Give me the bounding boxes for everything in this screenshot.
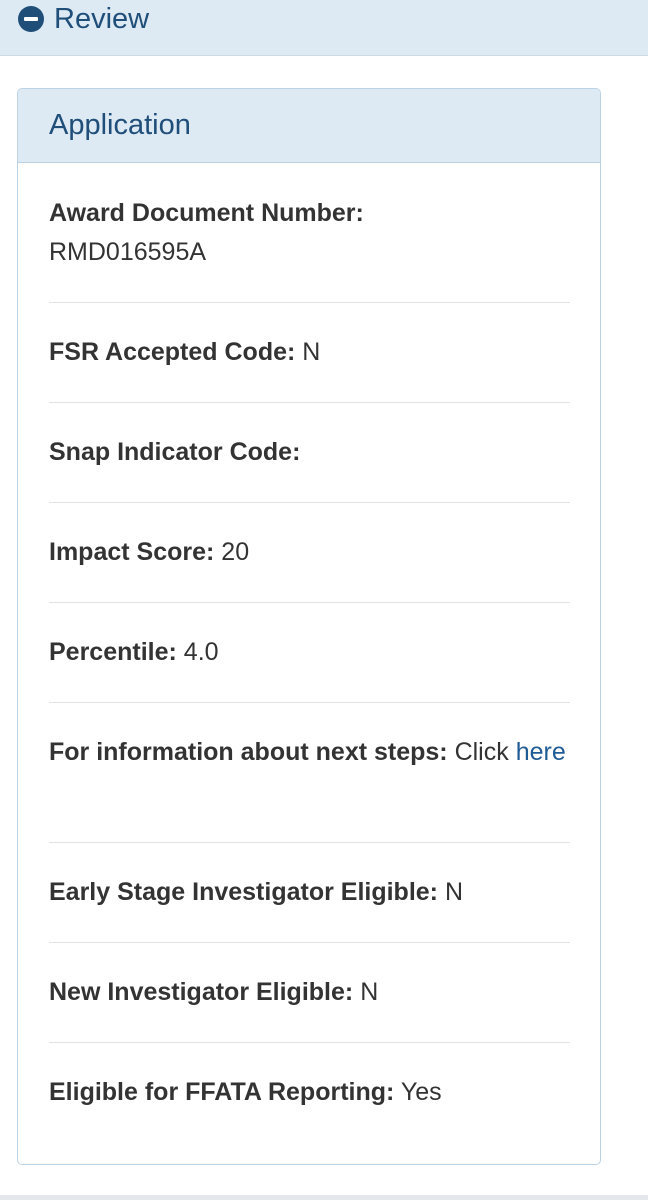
field-value: N <box>302 338 321 366</box>
minus-circle-icon[interactable] <box>18 6 44 32</box>
application-panel: Application Award Document Number: RMD01… <box>17 88 601 1165</box>
field-label: New Investigator Eligible: <box>49 978 354 1006</box>
field-label: Impact Score: <box>49 538 215 566</box>
field-value: N <box>444 878 464 906</box>
field-label: For information about next steps: <box>49 738 448 766</box>
review-toggle[interactable]: Review <box>18 2 149 36</box>
review-label[interactable]: Review <box>54 2 149 36</box>
review-section-header: Review <box>0 0 648 56</box>
field-next-steps: For information about next steps: Click … <box>49 703 570 843</box>
field-new-investigator: New Investigator Eligible: N <box>49 943 570 1043</box>
field-label: Eligible for FFATA Reporting: <box>49 1078 395 1106</box>
field-value: Click <box>454 738 509 766</box>
next-steps-link[interactable]: here <box>516 738 566 766</box>
field-label: FSR Accepted Code: <box>49 338 296 366</box>
bottom-divider <box>0 1195 648 1200</box>
panel-body: Award Document Number: RMD016595A FSR Ac… <box>18 163 600 1143</box>
field-label: Percentile: <box>49 638 177 666</box>
panel-title: Application <box>49 109 191 141</box>
field-value: Yes <box>400 1078 442 1106</box>
field-value: N <box>360 978 379 1006</box>
field-snap-indicator-code: Snap Indicator Code: <box>49 403 570 503</box>
field-impact-score: Impact Score: 20 <box>49 503 570 603</box>
panel-heading: Application <box>18 89 600 163</box>
field-label: Award Document Number: <box>49 199 364 227</box>
field-percentile: Percentile: 4.0 <box>49 603 570 703</box>
field-value: 4.0 <box>183 638 219 666</box>
field-award-document-number: Award Document Number: RMD016595A <box>49 163 570 303</box>
field-label: Early Stage Investigator Eligible: <box>49 878 439 906</box>
field-early-stage-investigator: Early Stage Investigator Eligible: N <box>49 843 570 943</box>
field-value: 20 <box>221 538 250 566</box>
field-label: Snap Indicator Code: <box>49 438 301 466</box>
field-value: RMD016595A <box>49 238 207 266</box>
field-fsr-accepted-code: FSR Accepted Code: N <box>49 303 570 403</box>
field-ffata-reporting: Eligible for FFATA Reporting: Yes <box>49 1043 570 1143</box>
